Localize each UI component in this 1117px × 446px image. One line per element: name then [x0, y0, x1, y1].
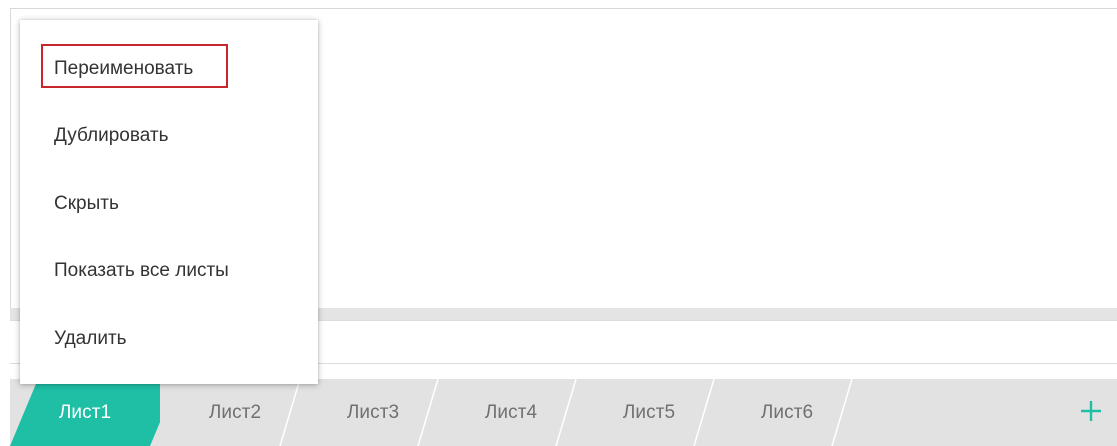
sheet-tab-label: Лист1: [58, 401, 112, 423]
sheet-tab-label: Лист5: [622, 401, 676, 423]
menu-item-delete[interactable]: Удалить: [20, 312, 318, 366]
sheet-tab-label: Лист2: [208, 401, 262, 423]
sheet-tab-3[interactable]: Лист3: [298, 379, 448, 446]
sheet-tab-label: Лист6: [760, 401, 814, 423]
menu-item-label: Дублировать: [54, 125, 169, 146]
sheet-tab-1[interactable]: Лист1: [10, 379, 160, 446]
menu-item-hide[interactable]: Скрыть: [20, 177, 318, 231]
sheet-tab-6[interactable]: Лист6: [712, 379, 862, 446]
sheet-tab-4[interactable]: Лист4: [436, 379, 586, 446]
menu-item-rename[interactable]: Переименовать: [20, 42, 318, 96]
menu-item-duplicate[interactable]: Дублировать: [20, 109, 318, 163]
menu-item-label: Удалить: [54, 328, 127, 349]
add-sheet-button[interactable]: [1073, 393, 1109, 429]
plus-icon: [1081, 401, 1101, 421]
menu-item-show-all[interactable]: Показать все листы: [20, 244, 318, 298]
sheet-tab-2[interactable]: Лист2: [160, 379, 310, 446]
menu-item-label: Показать все листы: [54, 260, 229, 281]
menu-item-label: Скрыть: [54, 193, 119, 214]
spreadsheet-screen: Лист1 Лист2 Лист3 Лист4 Лист5 Лист6 Пере…: [0, 0, 1117, 446]
sheet-tab-label: Лист3: [346, 401, 400, 423]
sheet-tab-5[interactable]: Лист5: [574, 379, 724, 446]
sheet-context-menu: Переименовать Дублировать Скрыть Показат…: [20, 20, 318, 384]
sheet-tab-label: Лист4: [484, 401, 538, 423]
menu-item-label: Переименовать: [54, 58, 194, 79]
sheet-tab-bar: Лист1 Лист2 Лист3 Лист4 Лист5 Лист6: [10, 379, 1117, 446]
